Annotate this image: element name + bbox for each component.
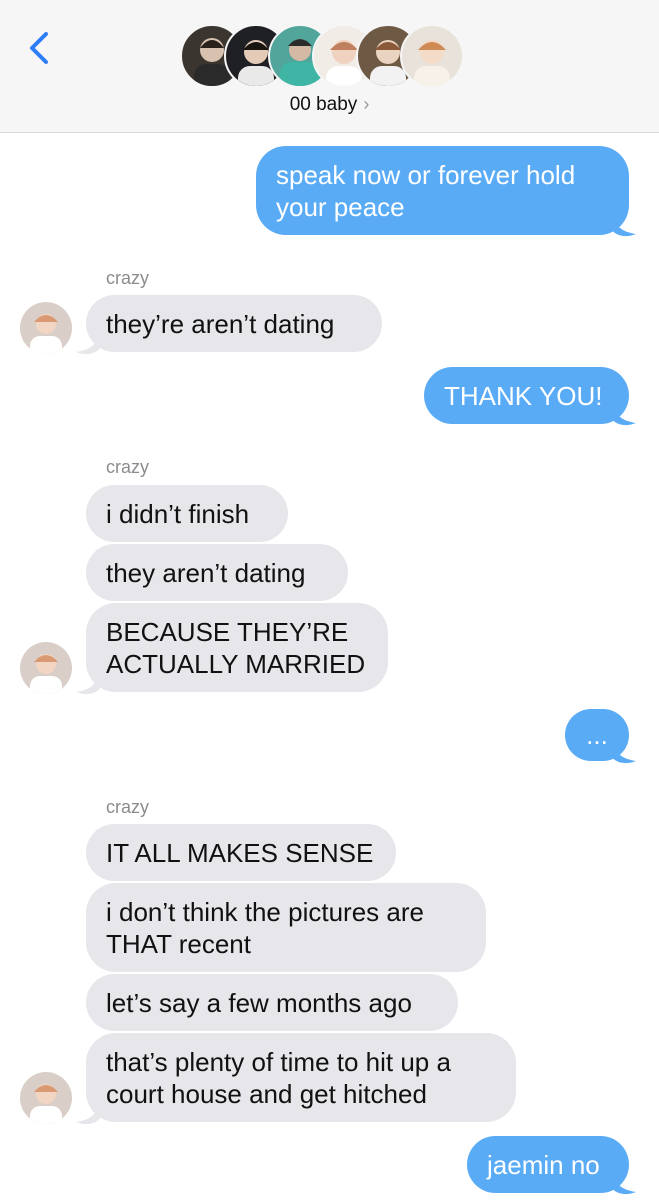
incoming-bubble-tail xyxy=(76,670,100,695)
incoming-message[interactable]: i didn’t finish xyxy=(86,485,288,542)
outgoing-bubble-tail xyxy=(612,212,636,237)
outgoing-message[interactable]: THANK YOU! xyxy=(424,367,629,424)
conversation-header: 00 baby › xyxy=(0,0,659,133)
sender-name: crazy xyxy=(106,457,150,477)
group-name: 00 baby xyxy=(289,94,358,115)
sender-avatar xyxy=(20,302,72,354)
incoming-message[interactable]: that’s plenty of time to hit up a court … xyxy=(86,1033,516,1122)
incoming-message[interactable]: IT ALL MAKES SENSE xyxy=(86,824,396,881)
incoming-message[interactable]: they aren’t dating xyxy=(86,544,348,601)
incoming-message[interactable]: BECAUSE THEY’RE ACTUALLY MARRIED xyxy=(86,603,388,692)
outgoing-message[interactable]: speak now or forever hold your peace xyxy=(256,146,629,235)
member-avatar xyxy=(400,24,464,88)
incoming-message[interactable]: i don’t think the pictures are THAT rece… xyxy=(86,883,486,972)
outgoing-bubble-tail xyxy=(612,1170,636,1195)
incoming-message[interactable]: let’s say a few months ago xyxy=(86,974,458,1031)
incoming-bubble-tail xyxy=(76,1100,100,1125)
incoming-bubble-tail xyxy=(76,330,100,355)
chevron-right-icon: › xyxy=(363,94,370,114)
sender-name: crazy xyxy=(106,268,150,288)
group-name-button[interactable]: 00 baby › xyxy=(0,94,659,116)
incoming-message[interactable]: they’re aren’t dating xyxy=(86,295,382,352)
back-chevron-icon[interactable] xyxy=(22,28,56,68)
sender-avatar xyxy=(20,642,72,694)
outgoing-message[interactable]: jaemin no xyxy=(467,1136,629,1193)
sender-avatar xyxy=(20,1072,72,1124)
outgoing-bubble-tail xyxy=(612,739,636,764)
group-avatars[interactable] xyxy=(180,24,480,90)
outgoing-bubble-tail xyxy=(612,401,636,426)
sender-name: crazy xyxy=(106,797,150,817)
